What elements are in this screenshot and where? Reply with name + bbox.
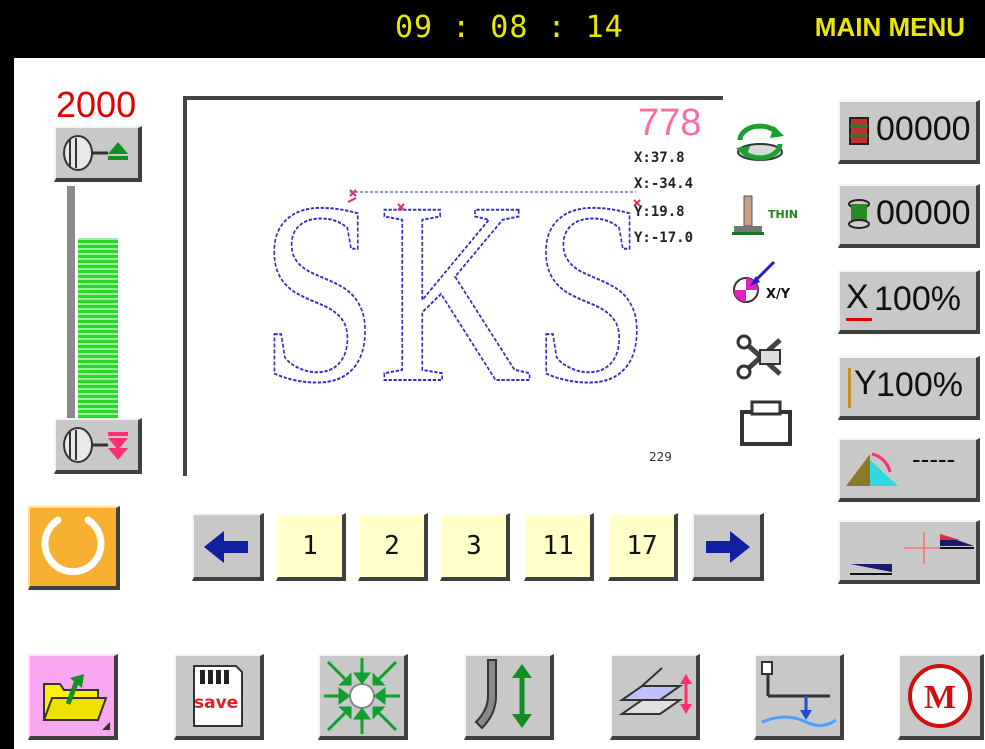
position-offset-button[interactable] bbox=[838, 520, 980, 584]
coord-y-min: Y:-17.0 bbox=[634, 230, 694, 246]
rotation-angle-button[interactable]: ----- bbox=[838, 438, 980, 502]
production-counter-value: 00000 bbox=[876, 110, 971, 148]
stitch-count: 778 bbox=[638, 102, 702, 144]
origin-xy-icon[interactable]: X/Y bbox=[728, 258, 808, 312]
coord-y-max: Y:19.8 bbox=[634, 204, 685, 220]
speed-down-button[interactable] bbox=[54, 418, 142, 474]
canvas-border-top bbox=[183, 96, 723, 100]
thin-material-icon[interactable]: THIN bbox=[730, 192, 810, 242]
speed-level-bar[interactable] bbox=[78, 238, 118, 418]
speed-track bbox=[67, 186, 75, 426]
position-offset-icon bbox=[850, 532, 974, 575]
frame-lift-button[interactable] bbox=[610, 654, 700, 740]
y-scale-icon: Y bbox=[854, 364, 877, 402]
left-arrow-icon bbox=[204, 531, 248, 563]
prev-page-button[interactable] bbox=[192, 513, 264, 581]
folder-open-icon bbox=[42, 674, 110, 730]
production-counter-icon bbox=[849, 117, 869, 145]
thin-label: THIN bbox=[768, 208, 798, 221]
bobbin-counter-value: 00000 bbox=[876, 194, 971, 232]
circle-reset-icon bbox=[41, 516, 105, 576]
speed-up-button[interactable] bbox=[54, 126, 142, 182]
page-button-1[interactable]: 1 bbox=[276, 513, 346, 581]
production-counter-button[interactable]: 00000 bbox=[838, 100, 980, 164]
x-scale-button[interactable]: X 100% bbox=[838, 270, 980, 334]
page-button-2[interactable]: 2 bbox=[358, 513, 428, 581]
left-edge-bar bbox=[0, 0, 14, 749]
mode-button[interactable]: M bbox=[898, 654, 984, 740]
page-button-3[interactable]: 3 bbox=[440, 513, 510, 581]
clock-display: 09 : 08 : 14 bbox=[395, 10, 624, 45]
y-scale-value: 100% bbox=[876, 366, 963, 404]
canvas-border-left bbox=[183, 96, 187, 476]
clamp-frame-icon[interactable] bbox=[738, 400, 794, 448]
rotate-icon[interactable] bbox=[734, 118, 786, 164]
page-button-17[interactable]: 17 bbox=[608, 513, 678, 581]
open-file-button[interactable] bbox=[28, 654, 118, 740]
m-label: M bbox=[924, 679, 956, 716]
x-scale-value: 100% bbox=[874, 280, 961, 318]
page-button-11[interactable]: 11 bbox=[524, 513, 594, 581]
x-scale-underline bbox=[846, 318, 872, 321]
stitch-position: 229 bbox=[649, 450, 672, 464]
pattern-preview: SKS bbox=[259, 170, 651, 400]
needle-height-button[interactable] bbox=[464, 654, 554, 740]
speed-up-icon bbox=[63, 135, 128, 171]
save-icon-label: save bbox=[194, 693, 238, 713]
next-page-button[interactable] bbox=[692, 513, 764, 581]
pattern-text: SKS bbox=[260, 170, 650, 400]
y-scale-bar bbox=[848, 368, 851, 408]
angle-icon bbox=[846, 452, 898, 486]
bobbin-counter-button[interactable]: 00000 bbox=[838, 184, 980, 248]
x-scale-icon: X bbox=[846, 278, 869, 316]
save-button[interactable]: save bbox=[174, 654, 264, 740]
speed-value: 2000 bbox=[56, 84, 137, 125]
presser-foot-button[interactable] bbox=[754, 654, 844, 740]
center-origin-button[interactable] bbox=[318, 654, 408, 740]
xy-label: X/Y bbox=[766, 287, 791, 302]
bobbin-counter-icon bbox=[848, 199, 870, 229]
speed-down-icon bbox=[63, 427, 128, 463]
sd-card-save-icon: save bbox=[193, 665, 243, 727]
converge-arrows-icon bbox=[324, 658, 400, 734]
coord-x-max: X:37.8 bbox=[634, 150, 685, 166]
right-arrow-icon bbox=[706, 531, 750, 563]
coord-x-min: X:-34.4 bbox=[634, 176, 694, 192]
presser-foot-icon bbox=[761, 661, 837, 727]
clamp-lift-icon bbox=[618, 667, 692, 715]
m-mode-icon: M bbox=[908, 664, 972, 728]
needle-up-down-icon bbox=[474, 659, 532, 730]
menu-title: MAIN MENU bbox=[814, 12, 965, 42]
reset-button[interactable] bbox=[28, 506, 120, 590]
rotation-angle-value: ----- bbox=[912, 444, 956, 474]
trim-scissors-icon[interactable] bbox=[736, 334, 786, 380]
y-scale-button[interactable]: Y 100% bbox=[838, 356, 980, 420]
